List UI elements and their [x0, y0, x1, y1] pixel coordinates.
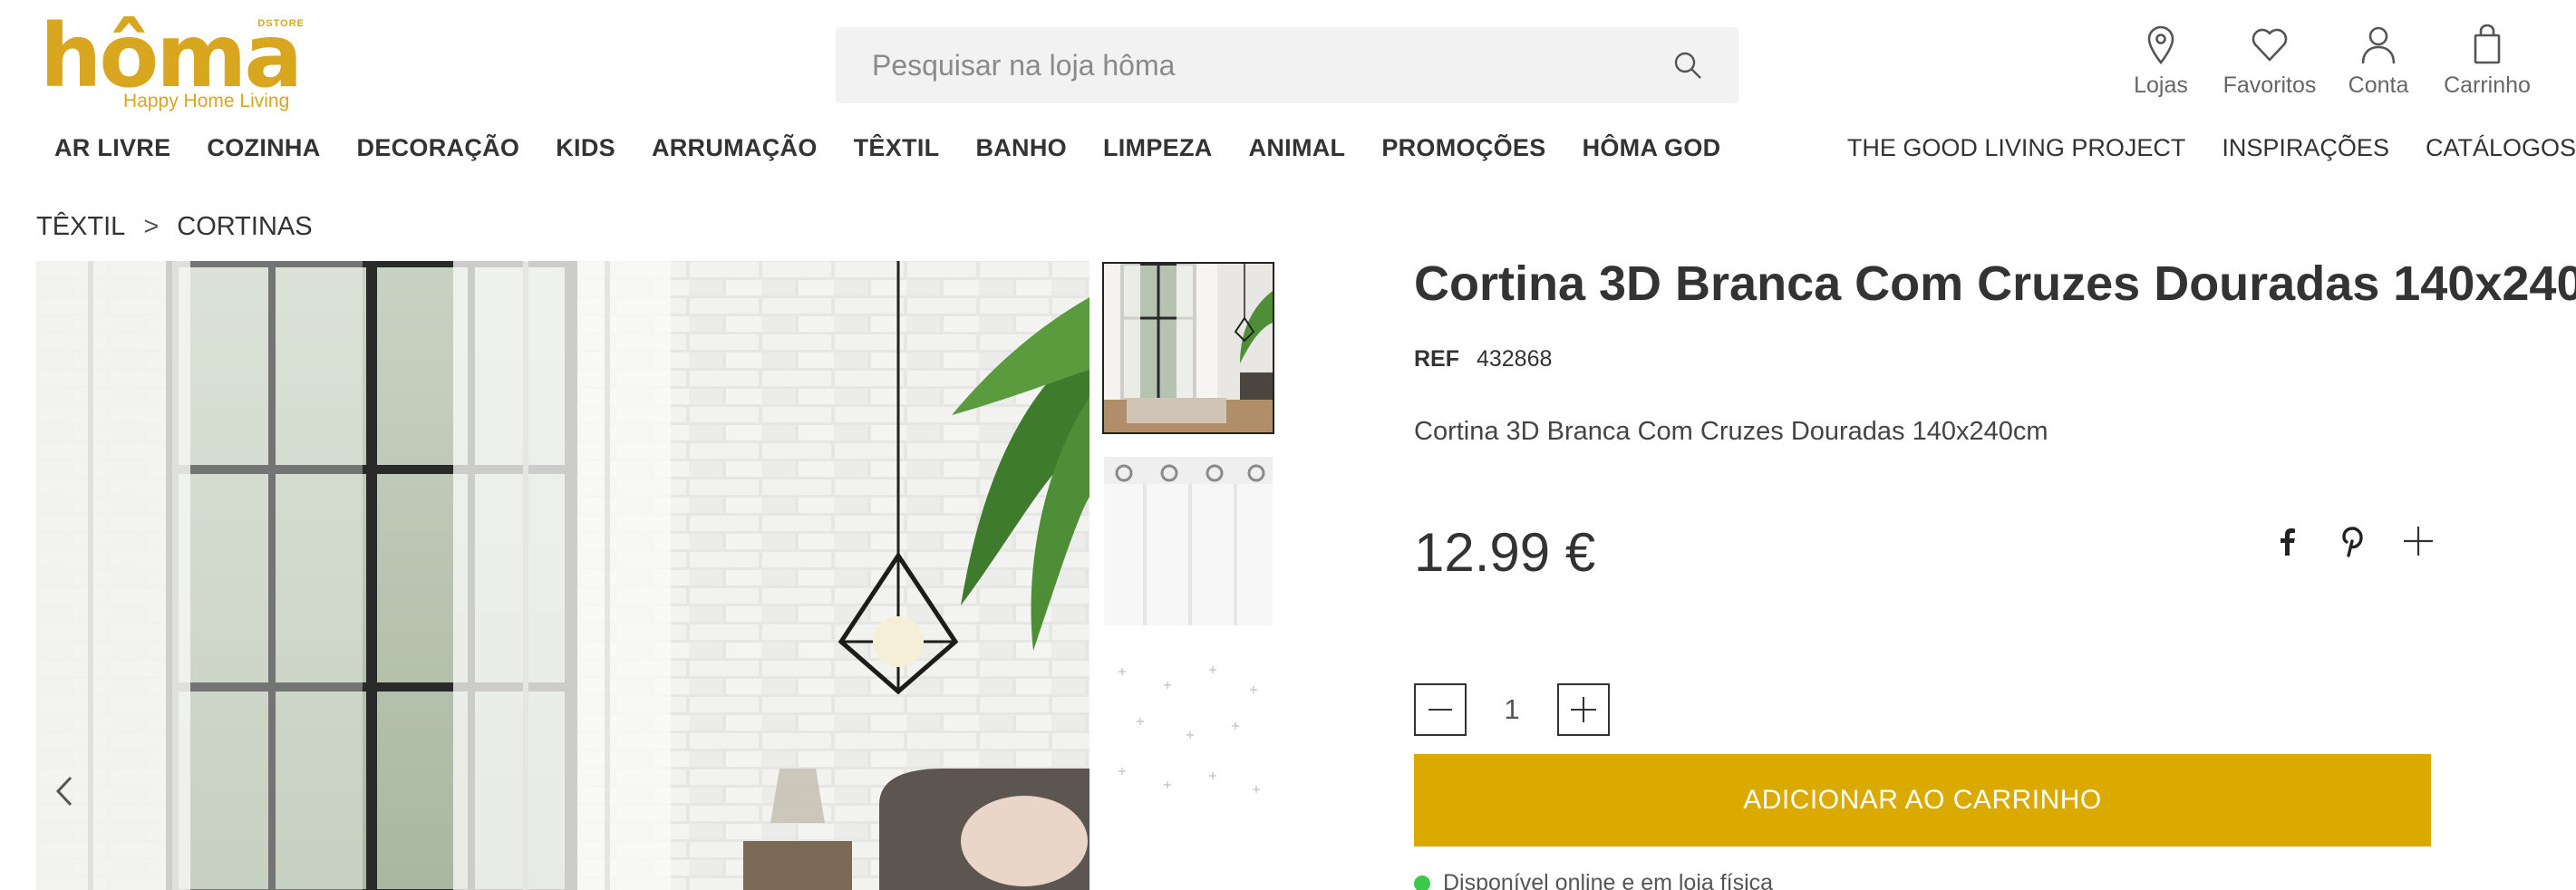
- room-thumbnail-image: [1104, 264, 1273, 432]
- quantity-stepper: [1414, 683, 1610, 736]
- heart-icon: [2252, 28, 2288, 62]
- favorites-label: Favoritos: [2223, 73, 2317, 98]
- main-navigation: AR LIVRE COZINHA DECORAÇÃO KIDS ARRUMAÇÃ…: [36, 134, 1757, 169]
- thumbnail-1[interactable]: [1102, 262, 1274, 434]
- shopping-bag-icon: [2474, 24, 2501, 64]
- breadcrumb-item-cortinas[interactable]: CORTINAS: [177, 212, 312, 242]
- search-input[interactable]: [836, 27, 1651, 103]
- favorites-link[interactable]: Favoritos: [2215, 24, 2324, 105]
- minus-icon: [1428, 709, 1452, 711]
- availability-indicator: [1414, 875, 1430, 890]
- ref-label: REF: [1414, 346, 1459, 372]
- nav-item-good-living-project[interactable]: THE GOOD LIVING PROJECT: [1847, 134, 2186, 169]
- search-icon[interactable]: [1671, 49, 1704, 82]
- availability-status: Disponível online e em loja física: [1414, 870, 1773, 890]
- share-buttons: [2255, 518, 2451, 564]
- nav-item-catalogos[interactable]: CATÁLOGOS: [2426, 134, 2576, 169]
- crosses-pattern-thumbnail-image: [1104, 650, 1273, 818]
- room-scene-illustration: [36, 261, 1089, 890]
- plus-icon: [1571, 697, 1596, 722]
- share-more-button[interactable]: [2386, 518, 2451, 564]
- cart-label: Carrinho: [2444, 73, 2531, 98]
- nav-item-inspiracoes[interactable]: INSPIRAÇÕES: [2222, 134, 2389, 169]
- availability-text: Disponível online e em loja física: [1443, 870, 1774, 890]
- quantity-increase-button[interactable]: [1557, 683, 1610, 736]
- breadcrumb-item-textil[interactable]: TÊXTIL: [36, 212, 125, 242]
- nav-item-limpeza[interactable]: LIMPEZA: [1103, 134, 1213, 169]
- logo-store-tag: DSTORE: [257, 18, 305, 29]
- nav-item-animal[interactable]: ANIMAL: [1249, 134, 1346, 169]
- share-facebook-button[interactable]: [2255, 518, 2320, 564]
- nav-item-kids[interactable]: KIDS: [556, 134, 615, 169]
- pinterest-icon: [2342, 527, 2363, 557]
- header-actions: Lojas Favoritos Conta Carrinho: [2106, 24, 2542, 105]
- add-to-cart-button[interactable]: ADICIONAR AO CARRINHO: [1414, 754, 2431, 846]
- thumbnail-2[interactable]: [1104, 457, 1273, 625]
- stores-label: Lojas: [2134, 73, 2188, 98]
- secondary-navigation: THE GOOD LIVING PROJECT INSPIRAÇÕES CATÁ…: [1811, 134, 2576, 169]
- brand-logo[interactable]: hôma DSTORE Happy Home Living: [40, 13, 312, 114]
- user-icon: [2361, 26, 2396, 64]
- facebook-icon: [2281, 528, 2295, 556]
- nav-item-promocoes[interactable]: PROMOÇÕES: [1381, 134, 1545, 169]
- thumbnail-3[interactable]: [1104, 650, 1273, 818]
- ref-value: 432868: [1476, 346, 1553, 372]
- product-reference: REF 432868: [1414, 346, 1552, 372]
- search-bar: [836, 27, 1738, 103]
- quantity-decrease-button[interactable]: [1414, 683, 1467, 736]
- map-pin-icon: [2147, 25, 2174, 65]
- breadcrumb: TÊXTIL > CORTINAS: [36, 212, 313, 242]
- account-link[interactable]: Conta: [2324, 24, 2433, 105]
- nav-item-ar-livre[interactable]: AR LIVRE: [54, 134, 170, 169]
- cart-link[interactable]: Carrinho: [2433, 24, 2542, 105]
- curtain-eyelets-thumbnail-image: [1104, 457, 1273, 625]
- product-price: 12.99 €: [1414, 522, 1596, 583]
- nav-item-cozinha[interactable]: COZINHA: [207, 134, 320, 169]
- breadcrumb-separator: >: [143, 212, 160, 241]
- chevron-left-icon[interactable]: [45, 769, 85, 814]
- product-title: Cortina 3D Branca Com Cruzes Douradas 14…: [1414, 256, 2576, 311]
- stores-link[interactable]: Lojas: [2106, 24, 2215, 105]
- nav-item-arrumacao[interactable]: ARRUMAÇÃO: [652, 134, 818, 169]
- product-main-image[interactable]: [36, 261, 1089, 890]
- nav-item-banho[interactable]: BANHO: [975, 134, 1067, 169]
- nav-item-homa-god[interactable]: HÔMA GOD: [1583, 134, 1721, 169]
- nav-item-decoracao[interactable]: DECORAÇÃO: [357, 134, 520, 169]
- quantity-input[interactable]: [1467, 693, 1557, 726]
- logo-tagline: Happy Home Living: [123, 91, 290, 111]
- plus-icon: [2404, 527, 2433, 556]
- account-label: Conta: [2348, 73, 2409, 98]
- product-description: Cortina 3D Branca Com Cruzes Douradas 14…: [1414, 417, 2048, 446]
- share-pinterest-button[interactable]: [2320, 518, 2386, 564]
- nav-item-textil[interactable]: TÊXTIL: [854, 134, 940, 169]
